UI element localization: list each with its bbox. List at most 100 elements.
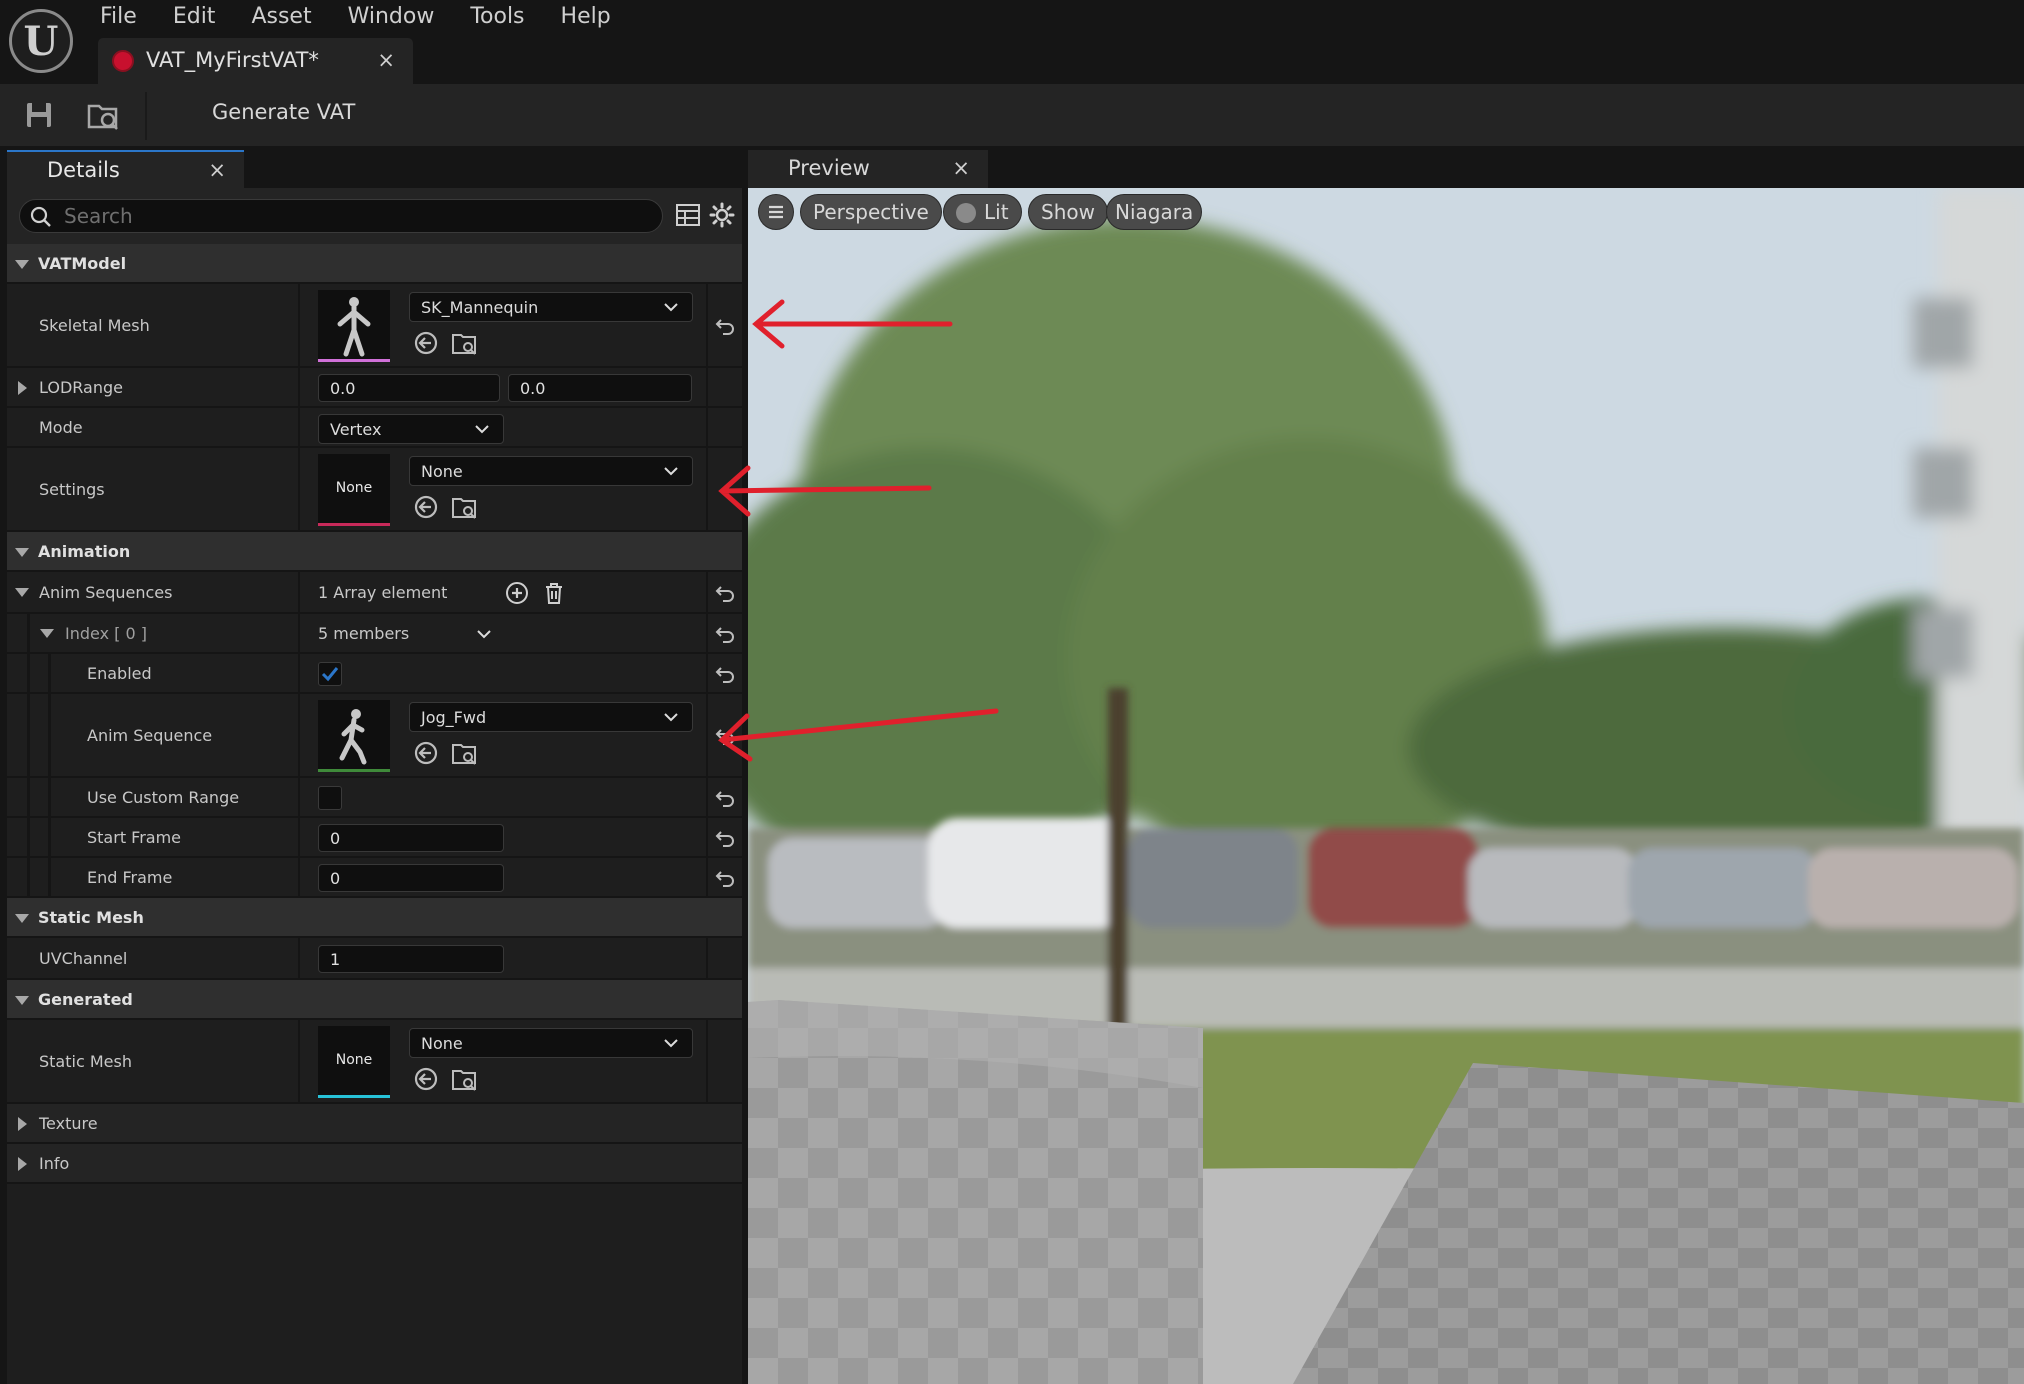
details-search-row [7,188,742,244]
close-preview-tab-button[interactable]: × [952,156,970,180]
reset-to-default-icon[interactable] [714,582,736,604]
category-label: Generated [38,990,133,1009]
menu-window[interactable]: Window [348,4,435,30]
uv-channel-field[interactable]: 1 [318,945,504,973]
skeletal-mesh-combo[interactable]: SK_Mannequin [409,292,693,322]
use-custom-range-checkbox[interactable] [318,786,342,810]
anim-sequence-thumbnail[interactable] [318,700,390,772]
lod-range-max-field[interactable]: 0.0 [508,374,692,402]
category-texture[interactable]: Texture [7,1104,742,1144]
settings-combo[interactable]: None [409,456,693,486]
use-selected-icon[interactable] [413,1066,439,1092]
menu-tools[interactable]: Tools [470,4,524,30]
array-count-label: 1 Array element [318,583,448,602]
tab-preview[interactable]: Preview × [748,150,988,188]
menu-edit[interactable]: Edit [173,4,216,30]
niagara-button[interactable]: Niagara [1106,194,1203,230]
menu-asset[interactable]: Asset [251,4,311,30]
use-selected-icon[interactable] [413,740,439,766]
field-value: 0.0 [520,379,546,398]
chevron-down-icon [664,467,678,476]
browse-icon[interactable] [451,330,477,356]
perspective-button[interactable]: Perspective [800,194,942,230]
lod-range-min-field[interactable]: 0.0 [318,374,500,402]
category-vatmodel[interactable]: VATModel [7,244,742,284]
skeletal-mesh-thumbnail[interactable] [318,290,390,362]
reset-to-default-icon[interactable] [714,315,736,337]
browse-icon[interactable] [451,740,477,766]
tab-details[interactable]: Details × [7,150,244,188]
lit-button[interactable]: Lit [943,194,1022,230]
static-mesh-thumbnail[interactable]: None [318,1026,390,1098]
category-animation[interactable]: Animation [7,532,742,572]
toolbar: Generate VAT [0,84,2024,146]
browse-asset-icon[interactable] [86,98,120,132]
browse-icon[interactable] [451,1066,477,1092]
use-selected-icon[interactable] [413,494,439,520]
close-details-tab-button[interactable]: × [208,158,226,182]
search-icon [30,206,51,227]
add-element-icon[interactable] [504,580,530,606]
reset-to-default-icon[interactable] [714,787,736,809]
preview-viewport[interactable]: Perspective Lit Show Niagara [748,188,2024,1384]
collapse-arrow-icon[interactable] [40,629,54,638]
chevron-down-icon [664,1039,678,1048]
property-enabled: Enabled [7,654,742,694]
chevron-down-icon [664,303,678,312]
category-label: Animation [38,542,131,561]
menu-help[interactable]: Help [561,4,611,30]
search-input[interactable] [64,202,644,230]
category-generated[interactable]: Generated [7,980,742,1020]
generate-vat-button[interactable]: Generate VAT [212,100,355,124]
category-static-mesh[interactable]: Static Mesh [7,898,742,938]
property-label: Mode [39,418,83,437]
reset-to-default-icon[interactable] [714,623,736,645]
menu-file[interactable]: File [100,4,137,30]
category-info[interactable]: Info [7,1144,742,1184]
save-icon[interactable] [22,98,56,132]
lit-sphere-icon [956,203,976,223]
static-mesh-combo[interactable]: None [409,1028,693,1058]
combo-value: SK_Mannequin [421,298,539,317]
field-value: 0.0 [330,379,356,398]
trash-icon[interactable] [541,580,567,606]
anim-sequence-combo[interactable]: Jog_Fwd [409,702,693,732]
reset-to-default-icon[interactable] [714,867,736,889]
title-bar: U File Edit Asset Window Tools Help VAT_… [0,0,2024,84]
chevron-down-icon[interactable] [477,629,491,639]
reset-to-default-icon[interactable] [714,663,736,685]
search-box[interactable] [19,199,663,233]
close-document-tab-button[interactable]: × [377,48,395,72]
reset-to-default-icon[interactable] [714,827,736,849]
use-selected-icon[interactable] [413,330,439,356]
toolbar-separator [145,92,147,140]
property-generated-static-mesh: Static Mesh None None [7,1020,742,1104]
document-tab[interactable]: VAT_MyFirstVAT* × [98,38,413,84]
gear-icon[interactable] [709,202,735,228]
annotation-arrow-icon [718,465,932,517]
show-button[interactable]: Show [1028,194,1108,230]
browse-icon[interactable] [451,494,477,520]
enabled-checkbox[interactable] [318,662,342,686]
expand-arrow-icon [18,1117,27,1131]
mode-combo[interactable]: Vertex [318,414,504,444]
start-frame-field[interactable]: 0 [318,824,504,852]
viewport-options-button[interactable] [758,194,794,230]
unreal-logo-icon[interactable]: U [9,9,73,73]
expand-arrow-icon[interactable] [18,381,27,395]
table-view-icon[interactable] [675,202,701,228]
settings-thumbnail[interactable]: None [318,454,390,526]
property-end-frame: End Frame 0 [7,858,742,898]
property-lod-range: LODRange 0.0 0.0 [7,368,742,408]
property-use-custom-range: Use Custom Range [7,778,742,818]
property-anim-sequences: Anim Sequences 1 Array element [7,572,742,614]
chevron-down-icon [475,425,489,434]
end-frame-field[interactable]: 0 [318,864,504,892]
collapse-arrow-icon[interactable] [15,588,29,597]
annotation-arrow-icon [752,299,953,349]
collapse-arrow-icon [15,996,29,1005]
combo-value: Jog_Fwd [421,708,487,727]
property-label: Index [ 0 ] [65,624,147,643]
category-label: VATModel [38,254,127,273]
property-label: UVChannel [39,949,128,968]
